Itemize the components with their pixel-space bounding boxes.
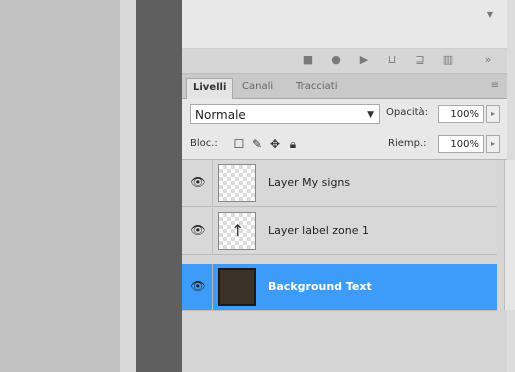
fill-field[interactable]: 100%	[438, 135, 484, 153]
blend-mode-select[interactable]: Normale ▼	[190, 104, 380, 124]
layer-thumbnail	[218, 164, 256, 202]
lock-paint-icon[interactable]: ✎	[250, 137, 264, 151]
canvas-area	[0, 0, 120, 372]
fill-slider-button[interactable]: ▸	[486, 135, 500, 153]
layer-list: 👁︎ Layer My signs 👁︎ ↑ Layer label zone …	[182, 160, 507, 372]
play-icon[interactable]: ▶	[358, 54, 370, 66]
panel-button-row: ■ ● ▶ ⊔ ⊒ ▥ »	[182, 49, 507, 74]
tab-canali[interactable]: Canali	[236, 78, 279, 98]
lock-label: Bloc.:	[190, 138, 218, 149]
layer-list-scrollbar[interactable]	[504, 160, 515, 310]
panel-dock-bar	[136, 0, 182, 372]
new-set-icon[interactable]: ⊔	[386, 54, 398, 66]
trash-icon[interactable]: ▥	[442, 54, 454, 66]
opacity-slider-button[interactable]: ▸	[486, 105, 500, 123]
panel-scroll-arrow-icon[interactable]: ▼	[487, 10, 493, 19]
blend-mode-value: Normale	[195, 108, 246, 122]
opacity-label: Opacità:	[386, 107, 429, 118]
layer-row-my-signs[interactable]: 👁︎ Layer My signs	[182, 160, 497, 207]
layer-row-label-zone[interactable]: 👁︎ ↑ Layer label zone 1	[182, 208, 497, 255]
lock-transparency-icon[interactable]: ☐	[232, 137, 246, 151]
stop-icon[interactable]: ■	[302, 54, 314, 66]
layer-thumbnail	[218, 268, 256, 306]
layer-name: Layer My signs	[268, 176, 351, 189]
eye-icon[interactable]: 👁︎	[190, 279, 206, 293]
lock-move-icon[interactable]: ✥	[268, 137, 282, 151]
arrow-mark-icon: ↑	[231, 221, 245, 240]
layer-thumbnail: ↑	[218, 212, 256, 250]
divider	[212, 264, 213, 310]
tab-livelli[interactable]: Livelli	[186, 78, 234, 99]
panel-tabs: Livelli Canali Tracciati ≡	[182, 74, 507, 99]
divider	[212, 160, 213, 206]
eye-icon[interactable]: 👁︎	[190, 223, 206, 237]
canvas-edge	[120, 0, 136, 372]
more-icon[interactable]: »	[482, 54, 494, 66]
layers-panel: ▼ ■ ● ▶ ⊔ ⊒ ▥ » Livelli Canali Tracciati…	[182, 0, 515, 372]
chevron-down-icon: ▼	[367, 110, 374, 120]
tab-tracciati[interactable]: Tracciati	[290, 78, 343, 98]
new-action-icon[interactable]: ⊒	[414, 54, 426, 66]
layer-name: Background Text	[268, 280, 372, 293]
record-icon[interactable]: ●	[330, 54, 342, 66]
lock-all-icon[interactable]: 🔒︎	[286, 137, 300, 151]
panel-menu-icon[interactable]: ≡	[491, 80, 499, 91]
upper-panel: ▼	[182, 0, 507, 49]
opacity-field[interactable]: 100%	[438, 105, 484, 123]
blend-row: Normale ▼ Opacità: 100% ▸	[182, 99, 507, 129]
lock-row: Bloc.: ☐ ✎ ✥ 🔒︎ Riemp.: 100% ▸	[182, 129, 507, 160]
fill-label: Riemp.:	[388, 138, 427, 149]
layer-row-background-text[interactable]: 👁︎ Background Text	[182, 264, 497, 311]
divider	[212, 208, 213, 254]
layer-name: Layer label zone 1	[268, 224, 370, 237]
eye-icon[interactable]: 👁︎	[190, 175, 206, 189]
